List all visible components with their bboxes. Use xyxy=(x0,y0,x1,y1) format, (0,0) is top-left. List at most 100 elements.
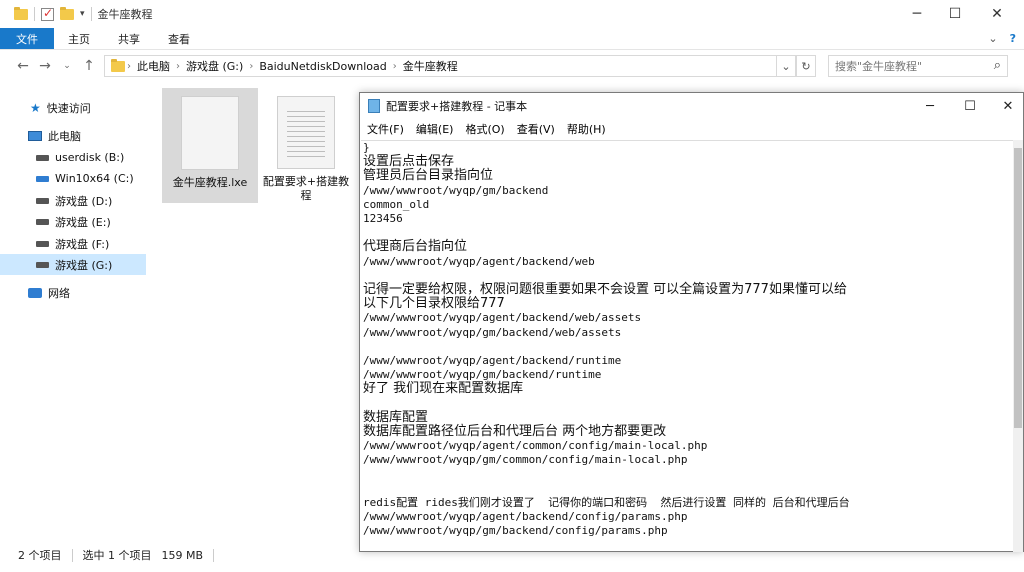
file-icon xyxy=(181,96,239,170)
new-folder-icon[interactable] xyxy=(60,6,74,20)
chevron-right-icon: › xyxy=(392,60,397,72)
scrollbar-thumb[interactable] xyxy=(1014,148,1022,428)
sidebar-item-drive-c[interactable]: Win10x64 (C:) xyxy=(0,168,146,189)
tab-file[interactable]: 文件 xyxy=(0,28,54,49)
sidebar-item-network[interactable]: 网络 xyxy=(0,282,146,303)
text-line: /www/wwwroot/wyqp/agent/backend/config/p… xyxy=(363,510,688,524)
drive-icon xyxy=(36,218,49,225)
text-line: /www/wwwroot/wyqp/gm/backend/config/para… xyxy=(363,524,668,538)
text-line: /www/wwwroot/wyqp/agent/backend/web/asse… xyxy=(363,311,642,325)
sidebar-item-drive-b[interactable]: userdisk (B:) xyxy=(0,147,146,168)
sidebar-item-label: 游戏盘 (D:) xyxy=(55,194,113,208)
menu-file[interactable]: 文件(F) xyxy=(360,121,410,137)
text-line: /www/wwwroot/wyqp/agent/backend/runtime xyxy=(363,354,622,368)
sidebar-item-drive-e[interactable]: 游戏盘 (E:) xyxy=(0,211,146,232)
explorer-titlebar: ▾ 金牛座教程 ─ ☐ ✕ xyxy=(0,0,1024,28)
file-item[interactable]: 金牛座教程.lxe xyxy=(162,88,258,203)
expand-ribbon-icon[interactable]: ⌄ xyxy=(988,32,997,45)
drive-icon xyxy=(36,240,49,247)
sidebar-item-drive-f[interactable]: 游戏盘 (F:) xyxy=(0,233,146,254)
computer-icon xyxy=(28,130,42,141)
text-line: 数据库配置路径位后台和代理后台 两个地方都要更改 xyxy=(363,424,667,440)
ribbon-tabs: 文件 主页 共享 查看 ⌄ ? xyxy=(0,28,1024,50)
address-dropdown-icon[interactable]: ⌄ xyxy=(776,55,796,77)
menu-view[interactable]: 查看(V) xyxy=(511,121,561,137)
text-line xyxy=(363,397,1011,411)
file-item[interactable]: 配置要求+搭建教程 xyxy=(258,88,354,203)
help-icon[interactable]: ? xyxy=(1010,32,1016,45)
folder-icon xyxy=(111,58,125,72)
text-line: common_old xyxy=(363,197,430,211)
sidebar-item-label: userdisk (B:) xyxy=(55,151,125,164)
drive-icon xyxy=(36,154,49,161)
selection-count: 选中 1 个项目 xyxy=(82,549,152,562)
address-bar[interactable]: › 此电脑 › 游戏盘 (G:) › BaiduNetdiskDownload … xyxy=(104,55,794,77)
sidebar-item-label: 网络 xyxy=(48,286,70,300)
breadcrumb-current[interactable]: 金牛座教程 xyxy=(403,58,458,74)
text-line: /www/wwwroot/wyqp/agent/backend/web xyxy=(363,254,595,268)
forward-arrow-icon[interactable]: → xyxy=(34,58,56,74)
text-line: 代理商后台指向位 xyxy=(363,239,468,255)
tab-home[interactable]: 主页 xyxy=(54,28,104,49)
sidebar-item-drive-g[interactable]: 游戏盘 (G:) xyxy=(0,254,146,275)
customize-dropdown-icon[interactable]: ▾ xyxy=(80,9,85,19)
sidebar-item-label: 游戏盘 (F:) xyxy=(55,237,110,251)
text-line xyxy=(363,340,1011,354)
quick-access-toolbar: ▾ xyxy=(14,6,92,21)
text-line xyxy=(363,269,1011,283)
text-line xyxy=(363,482,1011,496)
divider xyxy=(71,548,73,562)
notepad-titlebar: 配置要求+搭建教程 - 记事本 ─ ☐ ✕ xyxy=(360,93,1023,119)
sidebar-item-drive-d[interactable]: 游戏盘 (D:) xyxy=(0,190,146,211)
chevron-right-icon: › xyxy=(127,60,131,72)
close-button[interactable]: ✕ xyxy=(974,0,1020,28)
refresh-icon[interactable]: ↻ xyxy=(796,55,816,77)
notepad-icon xyxy=(368,99,380,113)
menu-format[interactable]: 格式(O) xyxy=(459,121,510,137)
tab-share[interactable]: 共享 xyxy=(104,28,154,49)
breadcrumb-drive-g[interactable]: 游戏盘 (G:) xyxy=(186,58,243,74)
sidebar-item-label: 游戏盘 (E:) xyxy=(55,215,111,229)
menu-edit[interactable]: 编辑(E) xyxy=(410,121,460,137)
sidebar-item-label: 游戏盘 (G:) xyxy=(55,258,113,272)
notepad-minimize-button[interactable]: ─ xyxy=(908,93,952,119)
text-line: 管理员后台目录指向位 xyxy=(363,168,494,184)
maximize-button[interactable]: ☐ xyxy=(932,0,978,28)
item-count: 2 个项目 xyxy=(18,549,62,562)
breadcrumb-download[interactable]: BaiduNetdiskDownload xyxy=(259,60,386,73)
vertical-scrollbar[interactable] xyxy=(1013,140,1023,552)
search-input[interactable]: 搜索"金牛座教程" ⌕ xyxy=(828,55,1008,77)
folder-icon xyxy=(14,6,28,20)
back-arrow-icon[interactable]: ← xyxy=(12,58,34,74)
text-file-icon xyxy=(277,96,335,169)
navigation-pane: ★ 快速访问 此电脑 userdisk (B:) Win10x64 (C:) 游… xyxy=(0,82,150,542)
text-line xyxy=(363,468,1011,482)
drive-icon xyxy=(36,197,49,204)
notepad-close-button[interactable]: ✕ xyxy=(986,93,1024,119)
sidebar-item-label: 此电脑 xyxy=(48,129,81,143)
breadcrumb-this-pc[interactable]: 此电脑 xyxy=(137,58,170,74)
chevron-right-icon: › xyxy=(249,60,254,72)
recent-locations-icon[interactable]: ⌄ xyxy=(56,61,78,71)
tab-view[interactable]: 查看 xyxy=(154,28,204,49)
selection-size: 159 MB xyxy=(161,548,204,562)
text-line: 123456 xyxy=(363,212,403,226)
network-icon xyxy=(28,287,42,298)
address-buttons: ⌄ ↻ xyxy=(776,55,816,77)
divider xyxy=(213,548,215,562)
up-arrow-icon[interactable]: ↑ xyxy=(78,58,100,74)
notepad-text-area[interactable]: } 设置后点击保存 管理员后台目录指向位/www/wwwroot/wyqp/gm/b… xyxy=(361,140,1013,552)
properties-icon[interactable] xyxy=(41,6,54,21)
address-row: ← → ⌄ ↑ › 此电脑 › 游戏盘 (G:) › BaiduNetdiskD… xyxy=(0,52,1024,80)
sidebar-item-this-pc[interactable]: 此电脑 xyxy=(0,125,146,146)
divider xyxy=(90,7,92,21)
file-name: 金牛座教程.lxe xyxy=(172,176,248,189)
text-line: } xyxy=(363,141,370,154)
sidebar-item-quick-access[interactable]: ★ 快速访问 xyxy=(0,97,146,118)
chevron-right-icon: › xyxy=(176,60,180,72)
text-line: redis配置 rides我们刚才设置了 记得你的端口和密码 然后进行设置 同样… xyxy=(363,496,850,510)
text-line: /www/wwwroot/wyqp/agent/common/config/ma… xyxy=(363,439,708,453)
text-line: /www/wwwroot/wyqp/gm/common/config/main-… xyxy=(363,453,688,467)
search-icon: ⌕ xyxy=(993,58,1001,73)
menu-help[interactable]: 帮助(H) xyxy=(561,121,612,137)
